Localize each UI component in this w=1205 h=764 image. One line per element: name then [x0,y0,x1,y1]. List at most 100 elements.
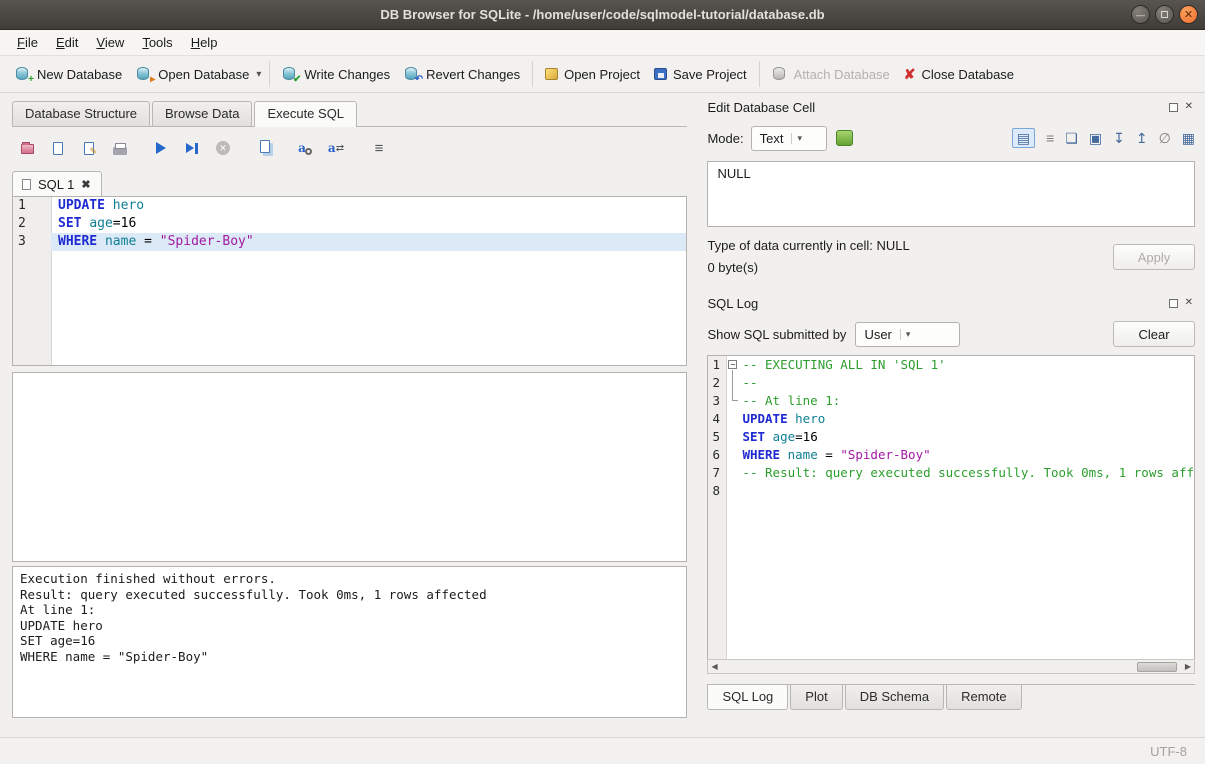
log-filter-select[interactable]: User ▾ [855,322,960,347]
save-cell-icon[interactable]: ▣ [1089,130,1102,146]
sql-tab-bar: SQL 1 ✖ [12,171,687,196]
scroll-left-icon[interactable]: ◀ [711,660,717,673]
word-wrap-icon[interactable]: ≡ [1046,130,1054,146]
revert-changes-button[interactable]: ↶ Revert Changes [397,60,527,88]
print-icon [113,147,127,155]
save-project-icon [654,68,667,80]
execute-line-button[interactable] [180,137,204,159]
fold-guide [726,464,740,482]
menu-edit[interactable]: Edit [47,31,87,54]
close-database-label: Close Database [922,67,1015,82]
scroll-right-icon[interactable]: ▶ [1185,660,1191,673]
print-cell-icon[interactable]: ▦ [1182,130,1195,146]
window-title: DB Browser for SQLite - /home/user/code/… [0,7,1205,22]
tab-db-schema[interactable]: DB Schema [845,685,944,710]
open-project-icon [545,68,558,80]
menu-bar: File Edit View Tools Help [0,30,1205,56]
open-sql-file-icon [21,144,34,154]
find-button[interactable]: a [293,137,317,159]
message-line: UPDATE hero [20,618,679,634]
code-line: 1−-- EXECUTING ALL IN 'SQL 1' [708,356,1194,374]
find-replace-button[interactable]: a⇄ [324,137,348,159]
mode-select[interactable]: Text ▾ [751,126,827,151]
toolbar-separator [759,61,760,87]
left-panel: Database Structure Browse Data Execute S… [0,93,700,737]
open-file-in-cell-icon[interactable]: ❏ [1065,130,1078,146]
close-database-button[interactable]: ✘ Close Database [897,61,1021,88]
code-line: 3WHERE name = "Spider-Boy" [13,233,686,251]
clear-log-button[interactable]: Clear [1113,321,1195,347]
sql-log-view[interactable]: 1−-- EXECUTING ALL IN 'SQL 1'2--3-- At l… [707,355,1195,659]
tab-remote[interactable]: Remote [946,685,1022,710]
result-message[interactable]: Execution finished without errors.Result… [12,566,687,718]
code-line: 7-- Result: query executed successfully.… [708,464,1194,482]
sql-editor[interactable]: 1UPDATE hero2SET age=163WHERE name = "Sp… [12,196,687,366]
save-sql-file-icon [53,142,63,155]
open-database-dropdown[interactable]: ▾ [256,63,264,86]
stop-icon: ✕ [216,141,230,155]
maximize-button[interactable] [1155,5,1174,24]
close-panel-icon[interactable]: ✕ [1185,102,1193,112]
tab-browse-data[interactable]: Browse Data [152,101,252,126]
export-results-button[interactable] [254,137,278,159]
close-panel-icon[interactable]: ✕ [1185,298,1193,308]
fold-marker-icon[interactable]: − [726,356,740,374]
menu-tools[interactable]: Tools [133,31,181,54]
code-line: 5SET age=16 [708,428,1194,446]
new-database-button[interactable]: + New Database [8,60,129,88]
close-database-icon: ✘ [904,67,916,81]
fold-guide [726,428,740,446]
write-changes-label: Write Changes [304,67,390,82]
execute-all-button[interactable] [149,137,173,159]
auto-mode-icon[interactable] [836,130,853,146]
print-sql-button[interactable] [108,137,132,159]
attach-database-icon [772,66,788,82]
code-line: 8 [708,482,1194,500]
results-grid[interactable] [12,372,687,562]
open-database-button[interactable]: ▸ Open Database [129,60,256,88]
menu-file[interactable]: File [8,31,47,54]
tab-execute-sql[interactable]: Execute SQL [254,101,357,127]
save-sql-as-icon: ✎ [84,142,94,155]
revert-changes-label: Revert Changes [426,67,520,82]
close-tab-icon[interactable]: ✖ [81,178,90,191]
format-sql-button[interactable]: ≡ [367,137,391,159]
save-project-button[interactable]: Save Project [647,61,754,88]
message-line: SET age=16 [20,633,679,649]
right-panel: Edit Database Cell ✕ Mode: Text ▾ ▤ ≡ ❏ … [700,93,1205,737]
open-project-button[interactable]: Open Project [538,61,647,88]
log-filter-row: Show SQL submitted by User ▾ Clear [707,321,1195,347]
write-changes-icon: ✔ [282,66,298,82]
fold-guide [726,446,740,464]
menu-help[interactable]: Help [182,31,227,54]
tab-database-structure[interactable]: Database Structure [12,101,150,126]
text-mode-icon[interactable]: ▤ [1012,128,1035,148]
tab-plot[interactable]: Plot [790,685,842,710]
close-button[interactable]: ✕ [1179,5,1198,24]
save-project-label: Save Project [673,67,747,82]
write-changes-button[interactable]: ✔ Write Changes [275,60,397,88]
main-content: Database Structure Browse Data Execute S… [0,93,1205,737]
float-panel-icon[interactable] [1169,103,1178,112]
float-panel-icon[interactable] [1169,299,1178,308]
cell-info-row: Type of data currently in cell: NULL 0 b… [707,235,1195,279]
tab-sql-log[interactable]: SQL Log [707,685,788,710]
fold-guide [726,410,740,428]
code-line: 2SET age=16 [13,215,686,233]
save-sql-file-button[interactable] [46,137,70,159]
minimize-button[interactable]: — [1131,5,1150,24]
log-horizontal-scrollbar[interactable]: ◀ ▶ [707,659,1195,674]
menu-view[interactable]: View [87,31,133,54]
export-cell-icon[interactable]: ↥ [1136,130,1148,146]
import-cell-icon[interactable]: ↧ [1113,130,1125,146]
open-sql-file-button[interactable] [15,137,39,159]
close-icon: ✕ [1184,8,1193,21]
cell-value-editor[interactable]: NULL [707,161,1195,227]
set-null-icon[interactable]: ∅ [1159,130,1171,146]
code-line: 1UPDATE hero [13,197,686,215]
scrollbar-thumb[interactable] [1137,662,1177,672]
sql-editor-lines: 1UPDATE hero2SET age=163WHERE name = "Sp… [13,197,686,251]
sql-tab[interactable]: SQL 1 ✖ [12,171,102,196]
save-sql-as-button[interactable]: ✎ [77,137,101,159]
cell-value: NULL [717,166,750,181]
